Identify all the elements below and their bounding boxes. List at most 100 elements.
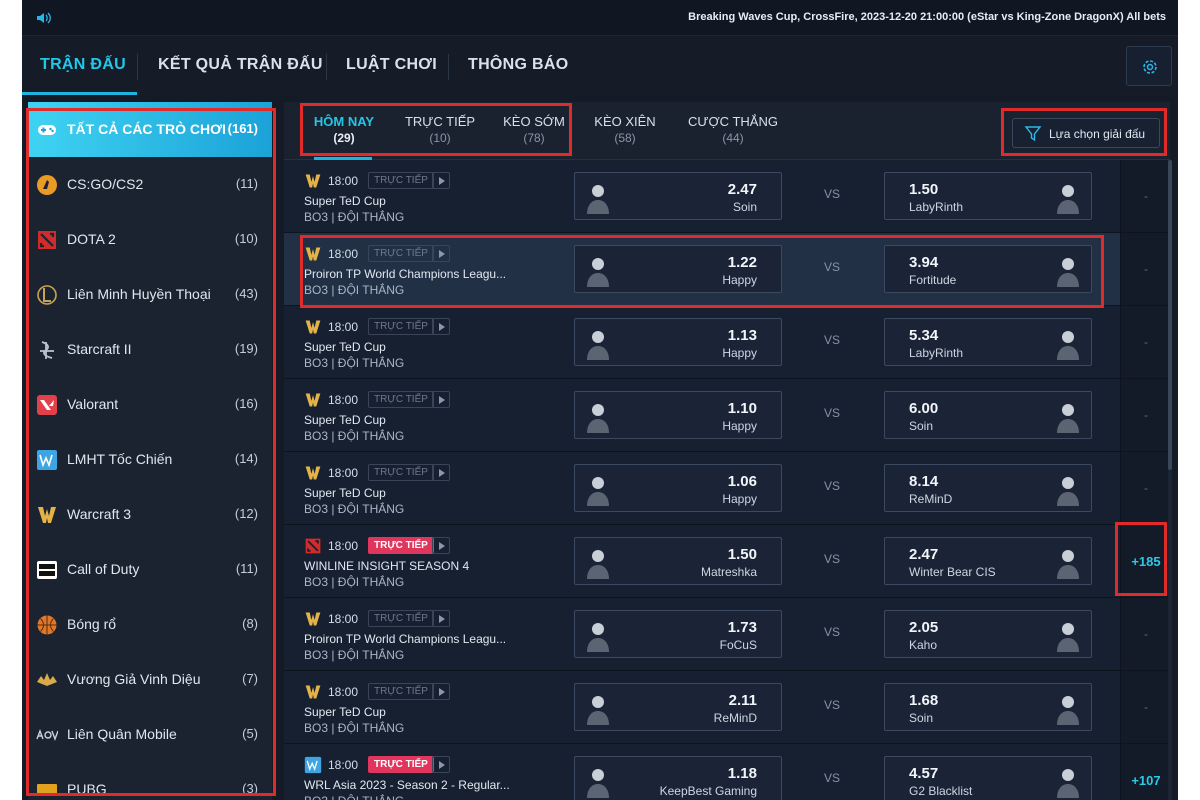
play-stream-button[interactable] <box>432 464 450 481</box>
away-odds-button[interactable]: 3.94 Fortitude <box>884 245 1092 293</box>
team-name: Happy <box>722 492 757 506</box>
league-name[interactable]: Super TeD Cup <box>304 194 386 208</box>
league-name[interactable]: Proiron TP World Champions Leagu... <box>304 632 506 646</box>
sidebar-item-label: Liên Quân Mobile <box>67 726 177 742</box>
play-stream-button[interactable] <box>432 756 450 773</box>
valorant-icon <box>37 395 57 415</box>
home-odds-button[interactable]: 1.10 Happy <box>574 391 782 439</box>
match-row[interactable]: 18:00 TRỰC TIẾP WRL Asia 2023 - Season 2 -… <box>284 744 1170 800</box>
more-bets-button[interactable]: - <box>1120 160 1170 232</box>
sidebar-item-honor-of-kings[interactable]: Vương Giả Vinh Diệu (7) <box>28 652 272 707</box>
league-name[interactable]: Super TeD Cup <box>304 413 386 427</box>
play-stream-button[interactable] <box>432 683 450 700</box>
match-row[interactable]: 18:00 TRỰC TIẾP Super TeD Cup BO3 | ĐỘI THẮ… <box>284 379 1170 452</box>
game-sidebar: TẤT CẢ CÁC TRÒ CHƠI (161) CS:GO/CS2 (11)… <box>28 102 272 800</box>
subtab-today[interactable]: HÔM NAY (29) <box>308 114 380 145</box>
play-stream-button[interactable] <box>432 318 450 335</box>
home-odds-button[interactable]: 2.47 Soin <box>574 172 782 220</box>
league-filter-button[interactable]: Lựa chọn giải đấu <box>1012 118 1160 148</box>
play-stream-button[interactable] <box>432 537 450 554</box>
home-odds-button[interactable]: 1.06 Happy <box>574 464 782 512</box>
sidebar-item-dota2[interactable]: DOTA 2 (10) <box>28 212 272 267</box>
away-odds-button[interactable]: 8.14 ReMinD <box>884 464 1092 512</box>
more-bets-button[interactable]: - <box>1120 306 1170 378</box>
news-ticker[interactable]: Breaking Waves Cup, CrossFire, 2023-12-2… <box>688 11 1166 23</box>
away-odds-button[interactable]: 1.50 LabyRinth <box>884 172 1092 220</box>
match-row[interactable]: 18:00 TRỰC TIẾP WINLINE INSIGHT SEASON 4 BO… <box>284 525 1170 598</box>
more-bets-button[interactable]: - <box>1120 379 1170 451</box>
home-odds-button[interactable]: 1.73 FoCuS <box>574 610 782 658</box>
tab-announcements[interactable]: THÔNG BÁO <box>468 56 568 74</box>
sidebar-item-wildrift[interactable]: LMHT Tốc Chiến (14) <box>28 432 272 487</box>
nav-divider <box>326 54 327 80</box>
subtab-outright[interactable]: CƯỢC THẮNG (44) <box>686 114 780 145</box>
play-stream-button[interactable] <box>432 391 450 408</box>
team-name: Matreshka <box>700 565 757 579</box>
league-name[interactable]: Super TeD Cup <box>304 486 386 500</box>
sidebar-item-csgo[interactable]: CS:GO/CS2 (11) <box>28 157 272 212</box>
home-odds-button[interactable]: 2.11 ReMinD <box>574 683 782 731</box>
league-name[interactable]: WRL Asia 2023 - Season 2 - Regular... <box>304 778 510 792</box>
sidebar-item-count: (12) <box>234 506 258 521</box>
tab-matches[interactable]: TRẬN ĐẤU <box>40 56 126 74</box>
home-odds-button[interactable]: 1.13 Happy <box>574 318 782 366</box>
match-row[interactable]: 18:00 TRỰC TIẾP Super TeD Cup BO3 | ĐỘI THẮ… <box>284 452 1170 525</box>
vs-label: VS <box>824 260 841 274</box>
subtab-label: CƯỢC THẮNG <box>688 114 778 129</box>
starcraft-icon <box>40 341 54 359</box>
away-odds-button[interactable]: 2.47 Winter Bear CIS <box>884 537 1092 585</box>
match-format: BO3 | ĐỘI THẮNG <box>304 502 405 516</box>
league-name[interactable]: Super TeD Cup <box>304 340 386 354</box>
play-stream-button[interactable] <box>432 245 450 262</box>
top-bar: Breaking Waves Cup, CrossFire, 2023-12-2… <box>22 0 1178 36</box>
match-row[interactable]: 18:00 TRỰC TIẾP Proiron TP World Champions… <box>284 233 1170 306</box>
sidebar-item-starcraft[interactable]: Starcraft II (19) <box>28 322 272 377</box>
match-time: 18:00 <box>328 393 359 407</box>
team-avatar <box>587 623 609 652</box>
tab-rules[interactable]: LUẬT CHƠI <box>346 56 437 74</box>
team-avatar <box>1057 258 1079 287</box>
sidebar-item-basketball[interactable]: Bóng rổ (8) <box>28 597 272 652</box>
sidebar-item-warcraft3[interactable]: Warcraft 3 (12) <box>28 487 272 542</box>
sidebar-item-valorant[interactable]: Valorant (16) <box>28 377 272 432</box>
live-badge: TRỰC TIẾP <box>368 464 434 481</box>
home-odds-button[interactable]: 1.18 KeepBest Gaming <box>574 756 782 800</box>
more-bets-button[interactable]: - <box>1120 452 1170 524</box>
play-stream-button[interactable] <box>432 172 450 189</box>
league-name[interactable]: WINLINE INSIGHT SEASON 4 <box>304 559 469 573</box>
match-row[interactable]: 18:00 TRỰC TIẾP Super TeD Cup BO3 | ĐỘI THẮ… <box>284 671 1170 744</box>
home-odds-button[interactable]: 1.50 Matreshka <box>574 537 782 585</box>
sidebar-item-label: Bóng rổ <box>67 616 117 632</box>
scrollbar-thumb[interactable] <box>1168 160 1172 470</box>
speaker-icon[interactable] <box>36 11 52 25</box>
match-row[interactable]: 18:00 TRỰC TIẾP Super TeD Cup BO3 | ĐỘI THẮ… <box>284 306 1170 379</box>
more-bets-button[interactable]: +185 <box>1120 525 1170 597</box>
more-bets-button[interactable]: +107 <box>1120 744 1170 800</box>
away-odds-button[interactable]: 6.00 Soin <box>884 391 1092 439</box>
away-odds-button[interactable]: 2.05 Kaho <box>884 610 1092 658</box>
subtab-label: HÔM NAY <box>313 114 375 129</box>
match-row[interactable]: 18:00 TRỰC TIẾP Super TeD Cup BO3 | ĐỘI THẮ… <box>284 160 1170 233</box>
away-odds-button[interactable]: 1.68 Soin <box>884 683 1092 731</box>
tab-results[interactable]: KẾT QUẢ TRẬN ĐẤU <box>158 56 323 74</box>
sidebar-item-lol[interactable]: Liên Minh Huyền Thoại (43) <box>28 267 272 322</box>
sidebar-item-all-games[interactable]: TẤT CẢ CÁC TRÒ CHƠI (161) <box>28 102 272 157</box>
home-odds-button[interactable]: 1.22 Happy <box>574 245 782 293</box>
league-name[interactable]: Proiron TP World Champions Leagu... <box>304 267 506 281</box>
sidebar-item-aov[interactable]: Liên Quân Mobile (5) <box>28 707 272 762</box>
more-bets-button[interactable]: - <box>1120 598 1170 670</box>
match-row[interactable]: 18:00 TRỰC TIẾP Proiron TP World Champions… <box>284 598 1170 671</box>
play-stream-button[interactable] <box>432 610 450 627</box>
subtab-parlay[interactable]: KÈO XIÊN (58) <box>588 114 662 145</box>
sidebar-item-count: (161) <box>227 121 258 136</box>
sidebar-item-call-of-duty[interactable]: Call of Duty (11) <box>28 542 272 597</box>
more-bets-button[interactable]: - <box>1120 233 1170 305</box>
settings-button[interactable] <box>1126 46 1172 86</box>
sidebar-item-pubg[interactable]: PUBG (3) <box>28 762 272 800</box>
away-odds-button[interactable]: 5.34 LabyRinth <box>884 318 1092 366</box>
away-odds-button[interactable]: 4.57 G2 Blacklist <box>884 756 1092 800</box>
more-bets-button[interactable]: - <box>1120 671 1170 743</box>
league-name[interactable]: Super TeD Cup <box>304 705 386 719</box>
subtab-early[interactable]: KÈO SỚM (78) <box>500 114 568 145</box>
subtab-live[interactable]: TRỰC TIẾP (10) <box>402 114 478 145</box>
